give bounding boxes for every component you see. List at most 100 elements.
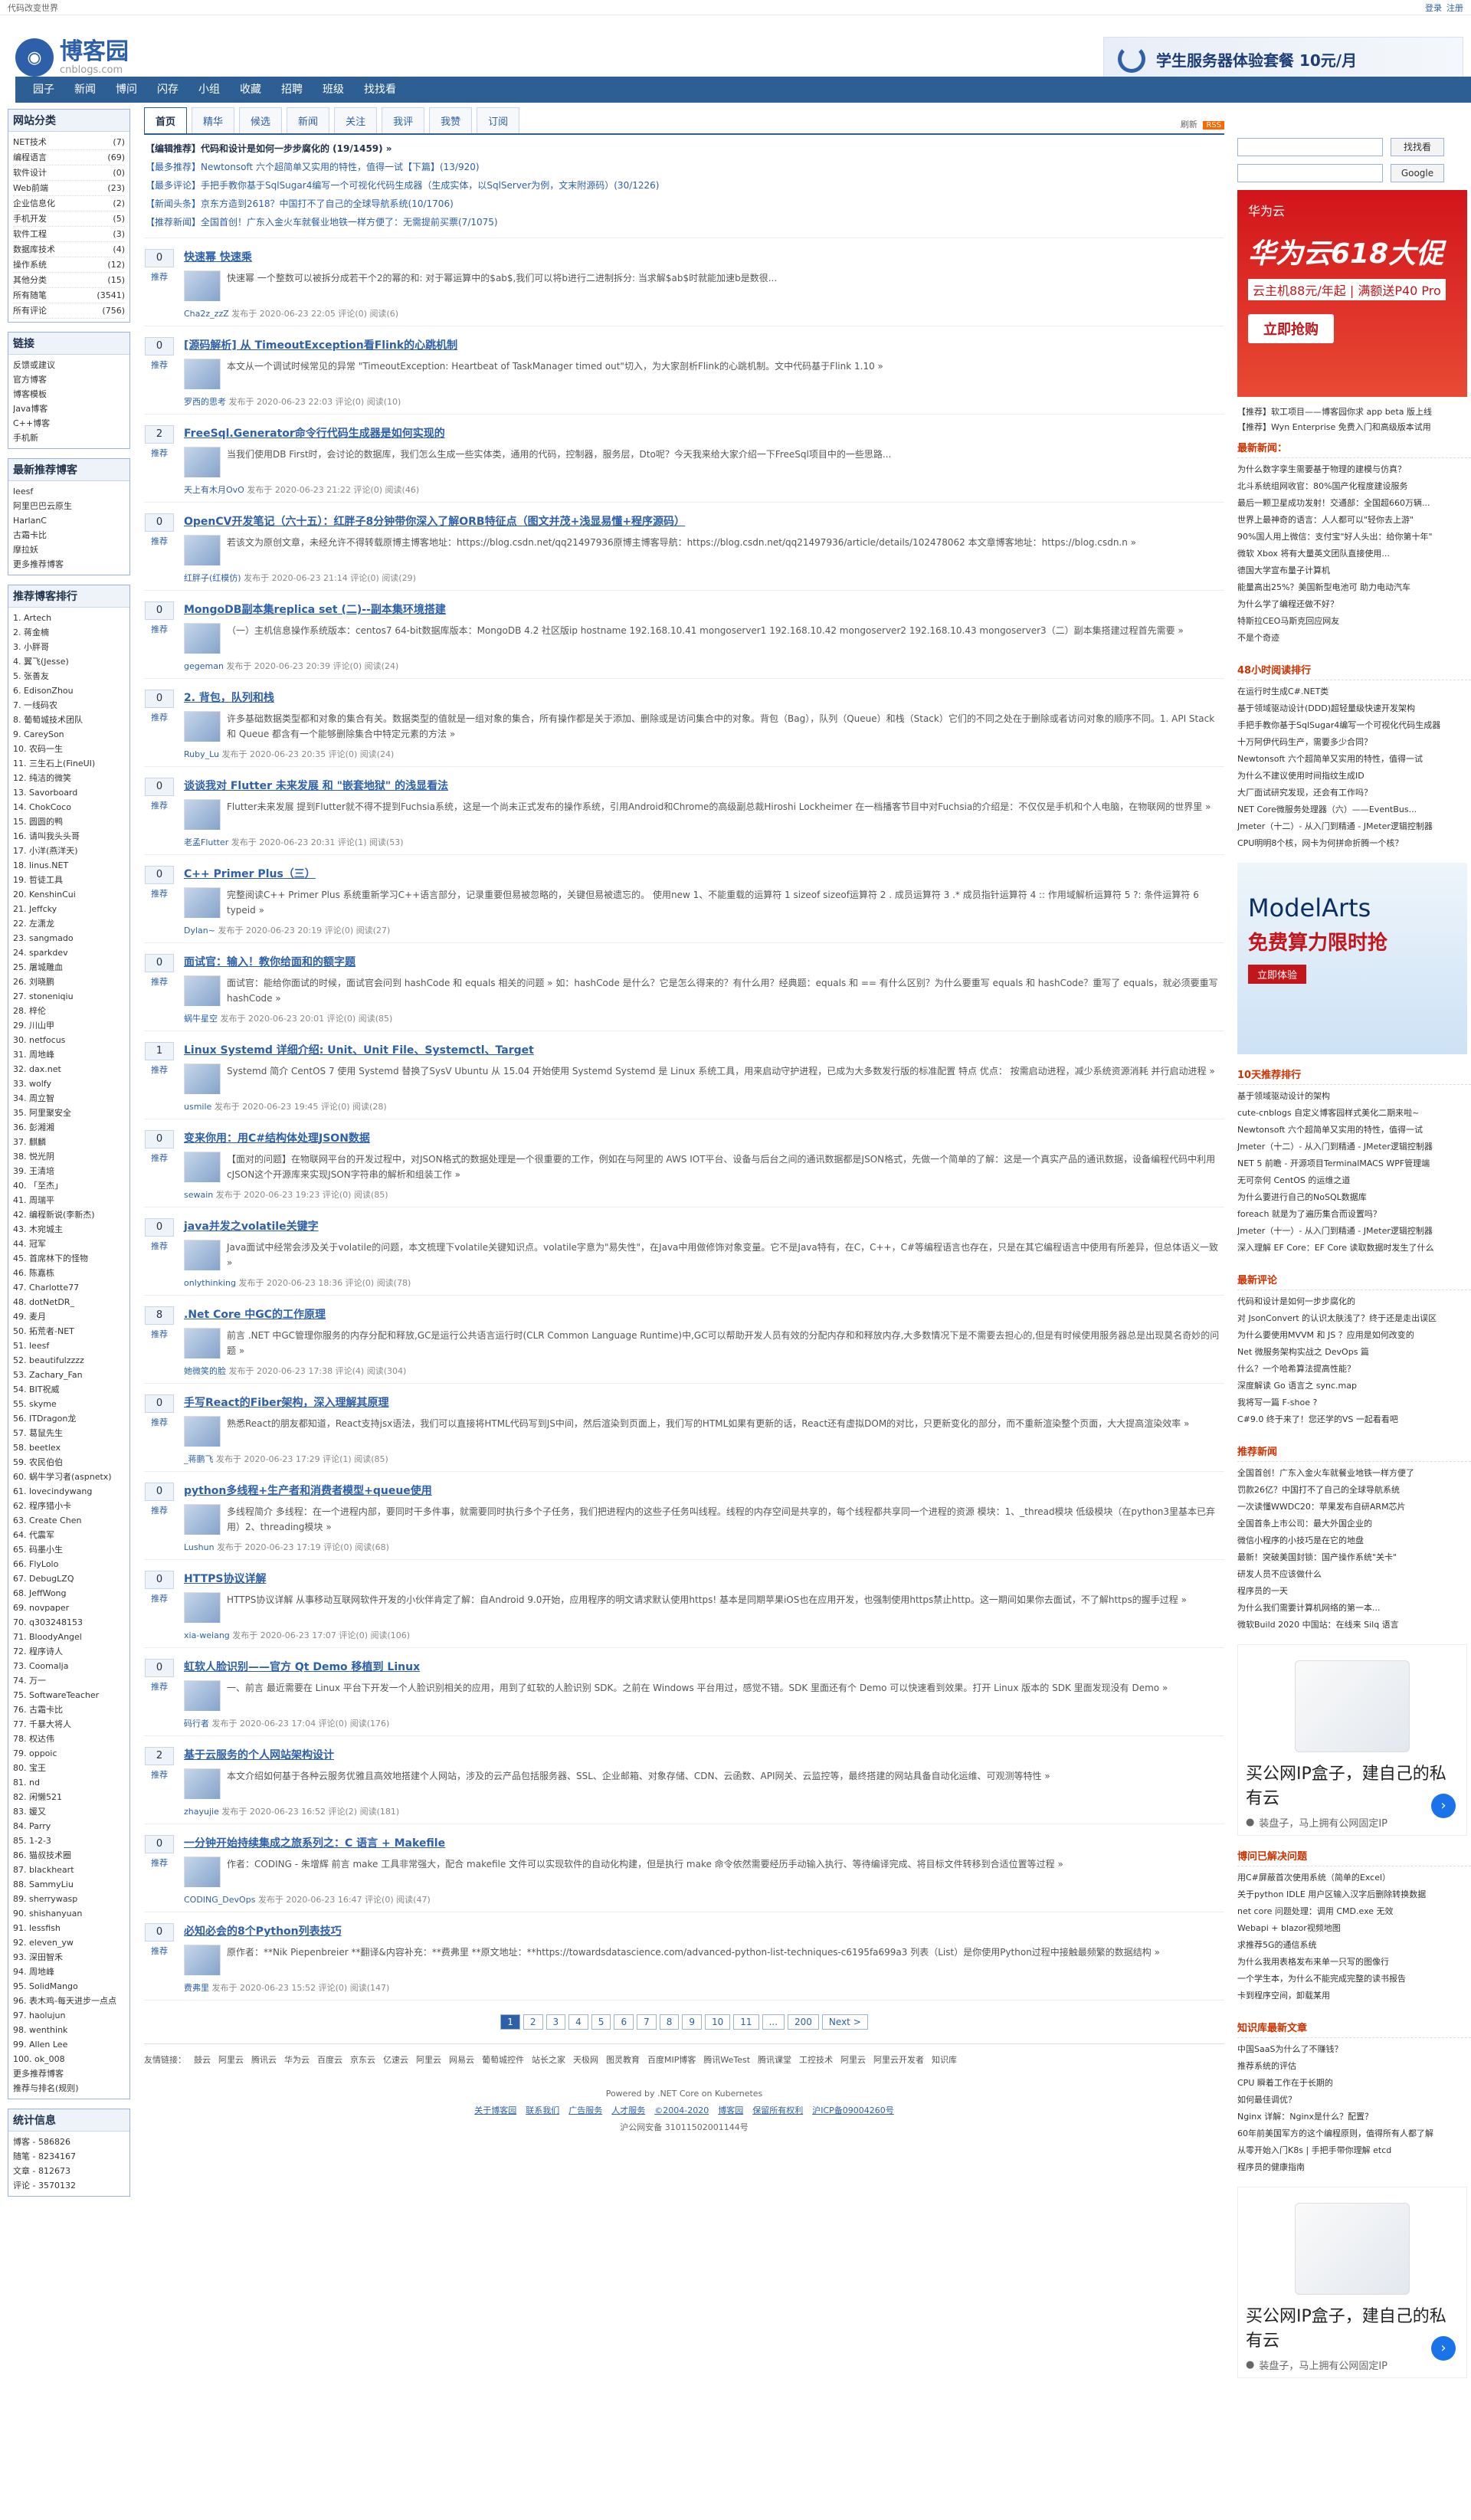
post-title[interactable]: 基于云服务的个人网站架构设计 [184, 1747, 1224, 1762]
category-item[interactable]: 所有评论 (756) [13, 303, 125, 319]
friend-link[interactable]: 站长之家 [532, 2055, 565, 2065]
link-item[interactable]: 博客模板 [13, 387, 125, 401]
top10-item[interactable]: cute-cnblogs 自定义博客园样式美化二期来啦~ [1237, 1105, 1471, 1122]
rank-item[interactable]: 8. 葡萄城技术团队 [13, 713, 125, 727]
rank-item[interactable]: 54. BIT祝威 [13, 1382, 125, 1397]
footer-link[interactable]: ©2004-2020 [654, 2105, 709, 2115]
post-author[interactable]: Lushun [184, 1542, 215, 1552]
category-label[interactable]: 其他分类 [13, 273, 47, 287]
comment-count[interactable]: 评论(0) [327, 1014, 356, 1024]
page-link[interactable]: 3 [545, 2014, 566, 2030]
friend-link[interactable]: 葡萄城控件 [482, 2055, 524, 2065]
friend-link[interactable]: 亿速云 [383, 2055, 408, 2065]
page-link[interactable]: 7 [637, 2014, 657, 2030]
rank-item[interactable]: 6. EdisonZhou [13, 683, 125, 698]
rank-item[interactable]: 19. 哲徒工具 [13, 873, 125, 887]
rank-item[interactable]: 41. 周瑞平 [13, 1193, 125, 1208]
know-item[interactable]: Nginx 详解：Nginx是什么？配置？ [1237, 2109, 1471, 2125]
page-link[interactable]: 9 [682, 2014, 702, 2030]
rank-item[interactable]: 12. 纯洁的微笑 [13, 771, 125, 785]
rank-item[interactable]: 更多推荐博客 [13, 2066, 125, 2081]
post-author[interactable]: 天上有木月OvO [184, 485, 244, 495]
post-title[interactable]: 变来你用：用C#结构体处理JSON数据 [184, 1130, 1224, 1145]
rank-item[interactable]: 70. q303248153 [13, 1615, 125, 1630]
tab-item[interactable]: 精华 [192, 107, 235, 133]
post-title[interactable]: 谈谈我对 Flutter 未来发展 和 "嵌套地狱" 的浅显看法 [184, 778, 1224, 793]
rec-news-item[interactable]: 研发人员不应该做什么 [1237, 1566, 1471, 1583]
rec-news-item[interactable]: 最新！突破美国封锁：国产操作系统"关卡" [1237, 1549, 1471, 1566]
know-item[interactable]: 推荐系统的评估 [1237, 2058, 1471, 2075]
avatar[interactable] [184, 1416, 221, 1447]
rank-item[interactable]: 45. 首席林下的怪物 [13, 1251, 125, 1266]
rank-item[interactable]: 73. Coomalja [13, 1659, 125, 1673]
post-title[interactable]: OpenCV开发笔记（六十五）：红胖子8分钟带你深入了解ORB特征点（图文并茂+… [184, 513, 1224, 529]
friend-link[interactable]: 工控技术 [799, 2055, 833, 2065]
tab-item[interactable]: 我评 [382, 107, 425, 133]
page-link[interactable]: 10 [705, 2014, 731, 2030]
comment-count[interactable]: 评论(0) [321, 1102, 350, 1112]
rank-item[interactable]: 28. 梓伦 [13, 1004, 125, 1018]
ma-cta[interactable]: 立即体验 [1248, 965, 1307, 984]
rec-news-item[interactable]: 一次读懂WWDC20：苹果发布自研ARM芯片 [1237, 1499, 1471, 1516]
nav-item-ing[interactable]: 闪存 [147, 77, 188, 103]
rank-item[interactable]: 94. 周地峰 [13, 1965, 125, 1979]
post-title[interactable]: 2. 背包，队列和栈 [184, 690, 1224, 705]
news-item[interactable]: 微软 Xbox 将有大量英文团队直接使用... [1237, 546, 1471, 562]
rank-item[interactable]: 23. sangmado [13, 931, 125, 945]
rank-item[interactable]: 96. 表木鸡-每天进步一点点 [13, 1994, 125, 2008]
rank-item[interactable]: 60. 蜗牛学习者(aspnetx) [13, 1470, 125, 1484]
post-author[interactable]: 费弗里 [184, 1983, 209, 1993]
tab-item[interactable]: 候选 [239, 107, 283, 133]
rank-item[interactable]: 7. 一线码农 [13, 698, 125, 713]
search-input[interactable] [1237, 138, 1383, 156]
rank-item[interactable]: 68. JeffWong [13, 1586, 125, 1601]
avatar[interactable] [184, 1328, 221, 1358]
category-label[interactable]: 编程语言 [13, 150, 47, 165]
page-link[interactable]: Next > [821, 2014, 868, 2030]
rank-item[interactable]: 31. 周地峰 [13, 1047, 125, 1062]
read-count[interactable]: 阅读(47) [396, 1895, 431, 1905]
link-item[interactable]: C++博客 [13, 416, 125, 431]
post-author[interactable]: 罗西的思考 [184, 397, 226, 407]
post-author[interactable]: sewain [184, 1190, 213, 1200]
rank-item[interactable]: 63. Create Chen [13, 1513, 125, 1528]
footer-link[interactable]: 保留所有权利 [752, 2105, 803, 2115]
comment-count[interactable]: 评论(0) [319, 1719, 348, 1729]
digg-button[interactable]: 推荐 [151, 1152, 168, 1164]
tab-item[interactable]: 新闻 [287, 107, 330, 133]
rank-item[interactable]: 44. 冠军 [13, 1237, 125, 1251]
rank-item[interactable]: 4. 翼飞(Jesse) [13, 654, 125, 669]
read-count[interactable]: 阅读(24) [360, 749, 395, 759]
recent-item[interactable]: 卡到程序空间，卸载某用 [1237, 1987, 1471, 2004]
top10-item[interactable]: foreach 就是为了遍历集合而设置吗？ [1237, 1206, 1471, 1223]
hot-item[interactable]: 手把手教你基于SqlSugar4编写一个可视化代码生成器 [1237, 717, 1471, 734]
rank-item[interactable]: 32. dax.net [13, 1062, 125, 1076]
post-title[interactable]: Linux Systemd 详细介绍: Unit、Unit File、Syste… [184, 1042, 1224, 1057]
category-item[interactable]: 其他分类 (15) [13, 273, 125, 288]
rank-item[interactable]: 80. 宝王 [13, 1761, 125, 1775]
comment-item[interactable]: 什么？一个哈希算法提高性能？ [1237, 1361, 1471, 1378]
digg-button[interactable]: 推荐 [151, 711, 168, 723]
post-author[interactable]: gegeman [184, 661, 224, 671]
top10-item[interactable]: Jmeter（十一）- 从入门到精通 - JMeter逻辑控制器 [1237, 1223, 1471, 1240]
digg-button[interactable]: 推荐 [151, 887, 168, 900]
rank-item[interactable]: 57. 葛鼠先生 [13, 1426, 125, 1440]
know-item[interactable]: 如何最佳调优？ [1237, 2092, 1471, 2109]
news-item[interactable]: 世界上最神奇的语言：人人都可以"轻你去上游" [1237, 512, 1471, 529]
rank-item[interactable]: 89. sherrywasp [13, 1892, 125, 1906]
rank-item[interactable]: 50. 拓荒者-NET [13, 1324, 125, 1339]
post-author[interactable]: _蒋鹏飞 [184, 1454, 214, 1464]
rank-item[interactable]: 84. Parry [13, 1819, 125, 1833]
rank-item[interactable]: 42. 编程新说(李新杰) [13, 1208, 125, 1222]
rank-item[interactable]: 59. 农民伯伯 [13, 1455, 125, 1470]
category-item[interactable]: NET技术 (7) [13, 135, 125, 150]
category-label[interactable]: 所有随笔 [13, 288, 47, 303]
friend-link[interactable]: 天极网 [573, 2055, 598, 2065]
rank-item[interactable]: 86. 猫叔技术圈 [13, 1848, 125, 1863]
hot-item[interactable]: 基于领域驱动设计(DDD)超轻量级快速开发架构 [1237, 700, 1471, 717]
rank-item[interactable]: 46. 陈嘉栋 [13, 1266, 125, 1280]
link-item[interactable]: 反馈或建议 [13, 358, 125, 372]
digg-button[interactable]: 推荐 [151, 447, 168, 459]
digg-button[interactable]: 推荐 [151, 359, 168, 371]
read-count[interactable]: 阅读(304) [367, 1366, 407, 1376]
